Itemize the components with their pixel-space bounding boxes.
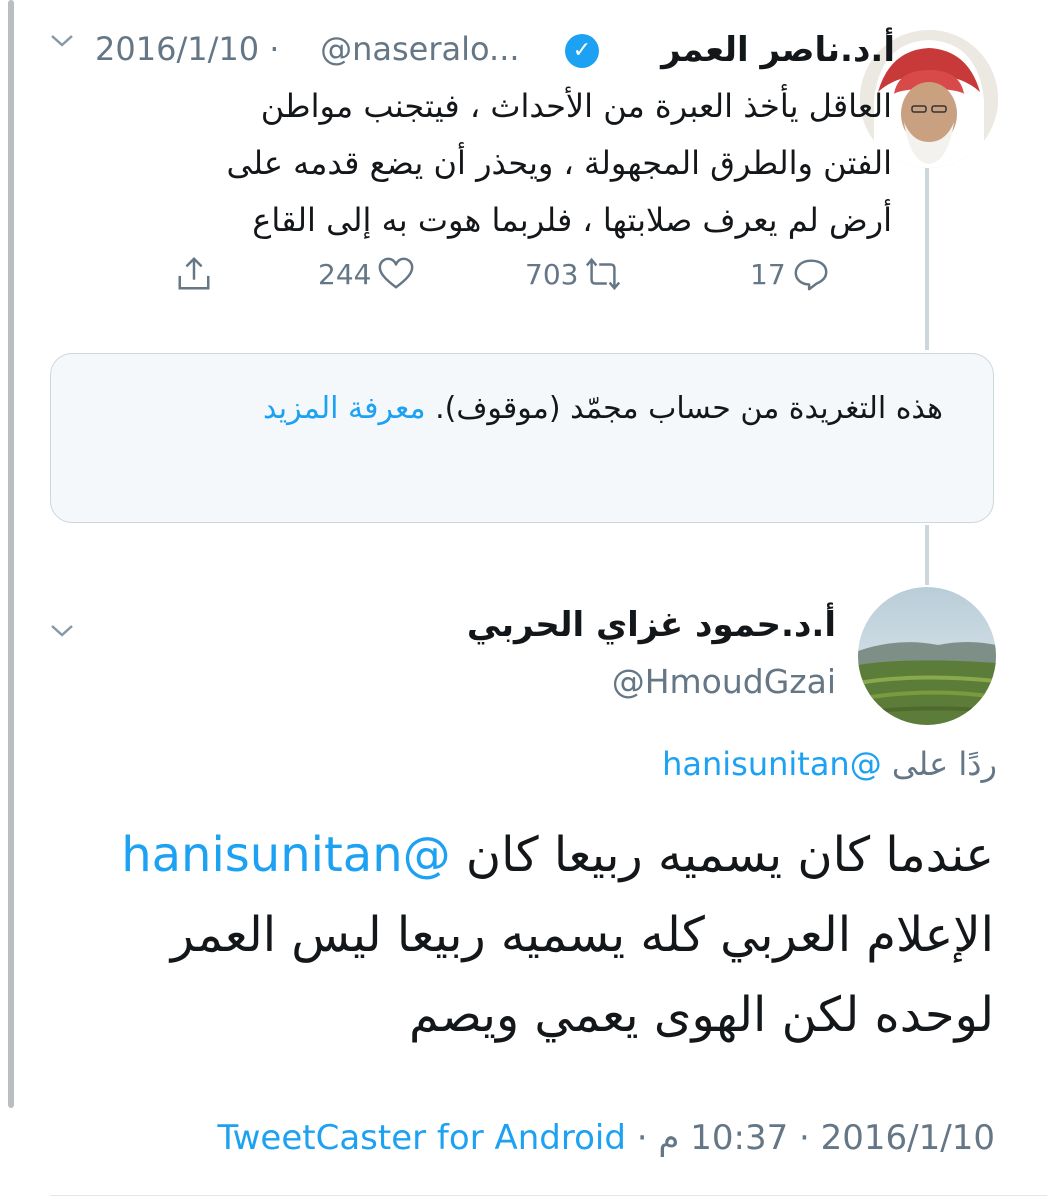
tweet2-text: عندما كان يسميه ربيعا كان @hanisunitan ا…: [74, 815, 994, 1055]
tweet1-author-name[interactable]: أ.د.ناصر العمر: [661, 30, 895, 70]
tweet2-mention[interactable]: @hanisunitan: [121, 827, 450, 883]
tweet1-text-line: أرض لم يعرف صلابتها ، فلربما هوت به إلى …: [252, 201, 892, 239]
tweet1-date[interactable]: 2016/1/10: [95, 30, 259, 68]
divider: [50, 1195, 1047, 1196]
suspended-account-notice: هذه التغريدة من حساب مجمّد (موقوف). معرف…: [50, 353, 994, 523]
tweet1-handle[interactable]: @naseralo...: [320, 30, 519, 68]
scrollbar[interactable]: [8, 0, 14, 1108]
notice-text: هذه التغريدة من حساب مجمّد (موقوف). معرف…: [163, 382, 943, 436]
tweet-source-link[interactable]: TweetCaster for Android: [217, 1118, 625, 1158]
tweet2-time: 10:37 م: [658, 1118, 789, 1158]
retweet-icon: [586, 257, 621, 291]
tweet1-text-line: العاقل يأخذ العبرة من الأحداث ، فيتجنب م…: [260, 87, 892, 125]
learn-more-link[interactable]: معرفة المزيد: [263, 391, 426, 426]
replying-to: ردًا على @hanisunitan: [662, 745, 997, 783]
tweet2-text-line: عندما كان يسميه ربيعا كان @hanisunitan: [74, 815, 994, 895]
meta-separator: ·: [799, 1118, 810, 1158]
tweet1-text-line: الفتن والطرق المجهولة ، ويحذر أن يضع قدم…: [226, 144, 892, 182]
share-button[interactable]: [175, 255, 213, 293]
like-icon: [379, 257, 414, 289]
tweet2-date: 2016/1/10: [820, 1118, 995, 1158]
tweet1-meta: 2016/1/10 · @naseralo...: [95, 30, 520, 68]
meta-separator: ·: [636, 1118, 648, 1158]
thread-line: [925, 160, 929, 350]
tweet2-text-line1: عندما كان يسميه ربيعا كان: [465, 827, 994, 883]
share-icon: [178, 257, 210, 290]
verified-badge-icon: ✓: [565, 34, 599, 68]
meta-separator: ·: [269, 30, 280, 68]
reply-to-mention[interactable]: @hanisunitan: [662, 745, 882, 783]
chevron-down-icon[interactable]: [48, 620, 76, 646]
reply-count: 17: [750, 257, 786, 291]
tweet2-author-name[interactable]: أ.د.حمود غزاي الحربي: [467, 605, 836, 645]
reply-prefix: ردًا على: [891, 745, 997, 783]
reply-icon: [794, 259, 828, 291]
notice-message: هذه التغريدة من حساب مجمّد (موقوف).: [435, 391, 943, 426]
chevron-down-icon[interactable]: [48, 30, 76, 56]
like-button[interactable]: 244: [318, 255, 415, 293]
retweet-count: 703: [525, 257, 579, 291]
tweet2-meta: TweetCaster for Android · 10:37 م · 2016…: [217, 1118, 995, 1158]
tweet1-text: العاقل يأخذ العبرة من الأحداث ، فيتجنب م…: [112, 78, 892, 249]
retweet-button[interactable]: 703: [525, 255, 622, 293]
like-count: 244: [318, 257, 372, 291]
thread-line: [925, 525, 929, 585]
avatar[interactable]: [858, 587, 996, 725]
tweet2-handle[interactable]: @HmoudGzai: [612, 662, 836, 701]
tweet2-text-line3: لوحده لكن الهوى يعمي ويصم: [409, 987, 994, 1043]
tweet2-text-line2: الإعلام العربي كله يسميه ربيعا ليس العمر: [170, 907, 994, 963]
reply-button[interactable]: 17: [750, 255, 830, 293]
